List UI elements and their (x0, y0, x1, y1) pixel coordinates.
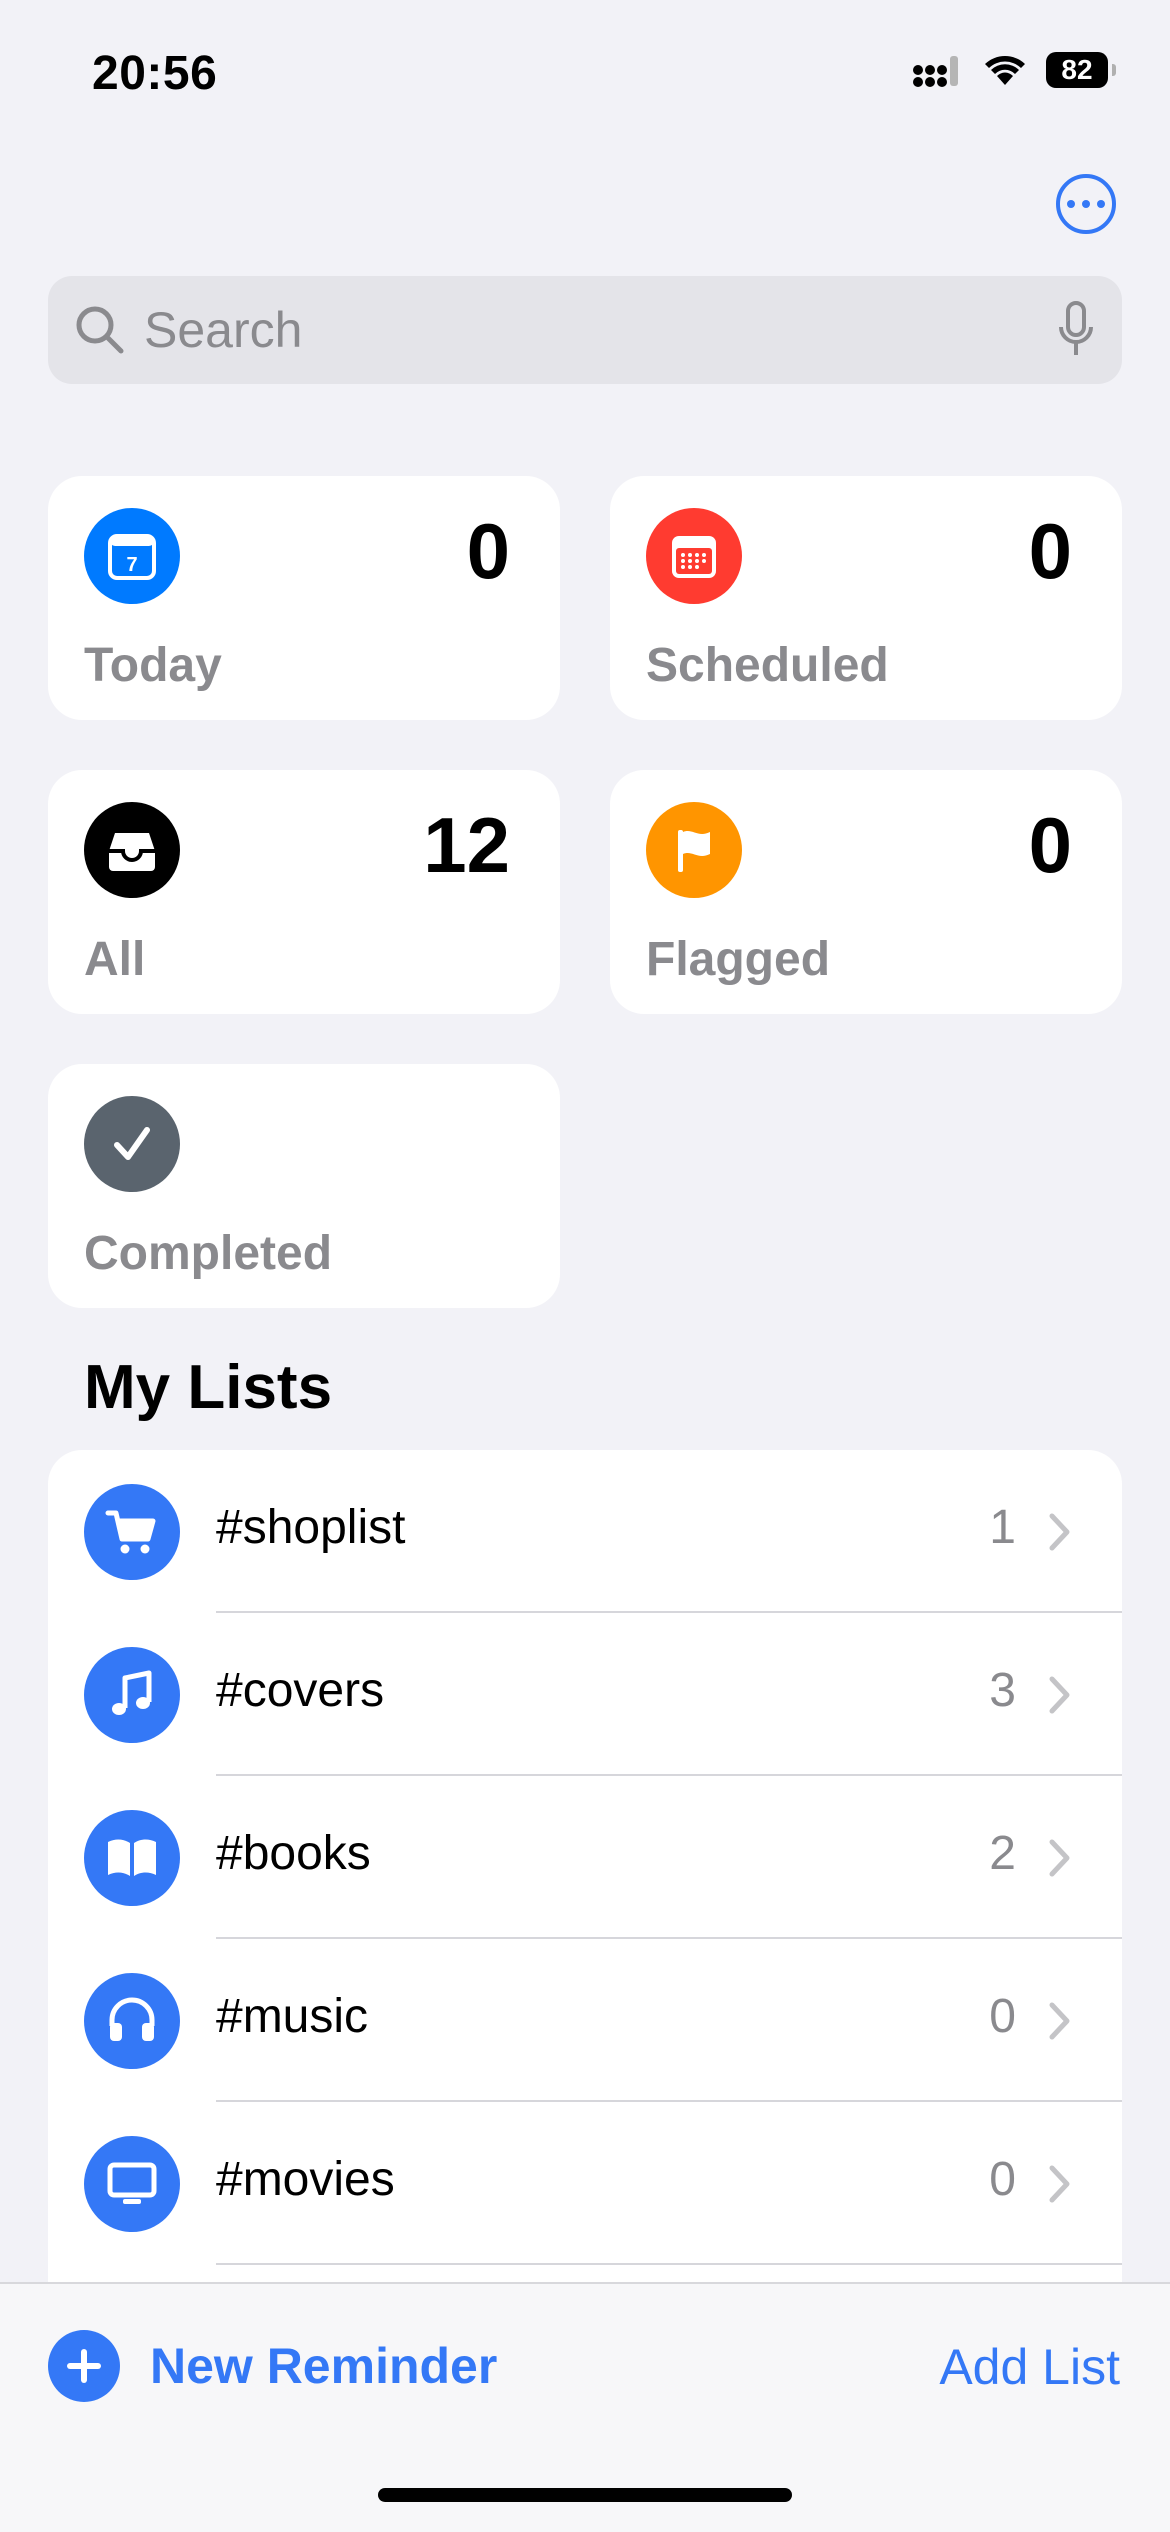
list-name: #books (216, 1827, 371, 1880)
all-label: All (84, 933, 146, 986)
scheduled-label: Scheduled (646, 639, 889, 692)
search-input[interactable]: Search (48, 276, 1122, 384)
list-name: #movies (216, 2153, 395, 2206)
flagged-label: Flagged (646, 933, 831, 986)
status-time: 20:56 (92, 47, 218, 100)
list-item-movies[interactable]: #movies 0 (48, 2102, 1122, 2265)
list-count: 3 (989, 1664, 1016, 1717)
completed-label: Completed (84, 1227, 333, 1280)
new-reminder-button[interactable]: New Reminder (48, 2330, 497, 2402)
tray-icon (84, 802, 180, 898)
more-options-button[interactable] (1056, 174, 1116, 234)
today-day-number: 7 (126, 554, 137, 576)
chevron-right-icon (1049, 1676, 1070, 1714)
list-name: #covers (216, 1664, 385, 1717)
list-item-music[interactable]: #music 0 (48, 1939, 1122, 2102)
today-count: 0 (466, 507, 510, 595)
list-count: 0 (989, 1990, 1016, 2043)
list-item-books[interactable]: #books 2 (48, 1776, 1122, 1939)
list-item-shoplist[interactable]: #shoplist 1 (48, 1450, 1122, 1613)
book-icon (84, 1810, 180, 1906)
ellipsis-dot (1082, 200, 1090, 208)
smart-list-scheduled[interactable]: 0 Scheduled (610, 476, 1122, 720)
list-name: #music (216, 1990, 369, 2043)
today-label: Today (84, 639, 222, 692)
ellipsis-icon (1067, 200, 1075, 208)
search-placeholder: Search (144, 302, 303, 358)
status-bar: 20:56 82 (0, 0, 1170, 150)
search-icon (76, 306, 124, 354)
microphone-icon[interactable] (1056, 301, 1096, 359)
headphones-icon (84, 1973, 180, 2069)
calendar-icon (646, 508, 742, 604)
list-item-covers[interactable]: #covers 3 (48, 1613, 1122, 1776)
checkmark-icon (84, 1096, 180, 1192)
smart-list-completed[interactable]: Completed (48, 1064, 560, 1308)
home-indicator (378, 2488, 792, 2502)
chevron-right-icon (1049, 1839, 1070, 1877)
all-count: 12 (423, 801, 510, 889)
list-count: 1 (989, 1501, 1016, 1554)
flag-icon (646, 802, 742, 898)
tv-icon (84, 2136, 180, 2232)
flagged-count: 0 (1028, 801, 1072, 889)
add-list-button[interactable]: Add List (939, 2338, 1120, 2396)
smart-list-today[interactable]: 7 0 Today (48, 476, 560, 720)
reminders-screen: 20:56 82 Search 7 0 Today 0 Scheduled 12… (0, 0, 1170, 2532)
calendar-today-icon: 7 (84, 508, 180, 604)
cart-icon (84, 1484, 180, 1580)
smart-list-flagged[interactable]: 0 Flagged (610, 770, 1122, 1014)
battery-indicator: 82 (1046, 52, 1116, 88)
status-icons: 82 (912, 52, 1116, 88)
my-lists-title: My Lists (84, 1353, 333, 1422)
cellular-signal-icon (913, 56, 958, 87)
list-name: #shoplist (216, 1501, 406, 1554)
plus-circle-icon (48, 2330, 120, 2402)
wifi-icon (985, 56, 1025, 85)
music-note-icon (84, 1647, 180, 1743)
ellipsis-dot (1097, 200, 1105, 208)
row-separator (216, 2263, 1122, 2265)
smart-list-all[interactable]: 12 All (48, 770, 560, 1014)
scheduled-count: 0 (1028, 507, 1072, 595)
list-count: 2 (989, 1827, 1016, 1880)
chevron-right-icon (1049, 2002, 1070, 2040)
list-count: 0 (989, 2153, 1016, 2206)
new-reminder-label: New Reminder (150, 2338, 498, 2394)
chevron-right-icon (1049, 1513, 1070, 1551)
chevron-right-icon (1049, 2165, 1070, 2203)
